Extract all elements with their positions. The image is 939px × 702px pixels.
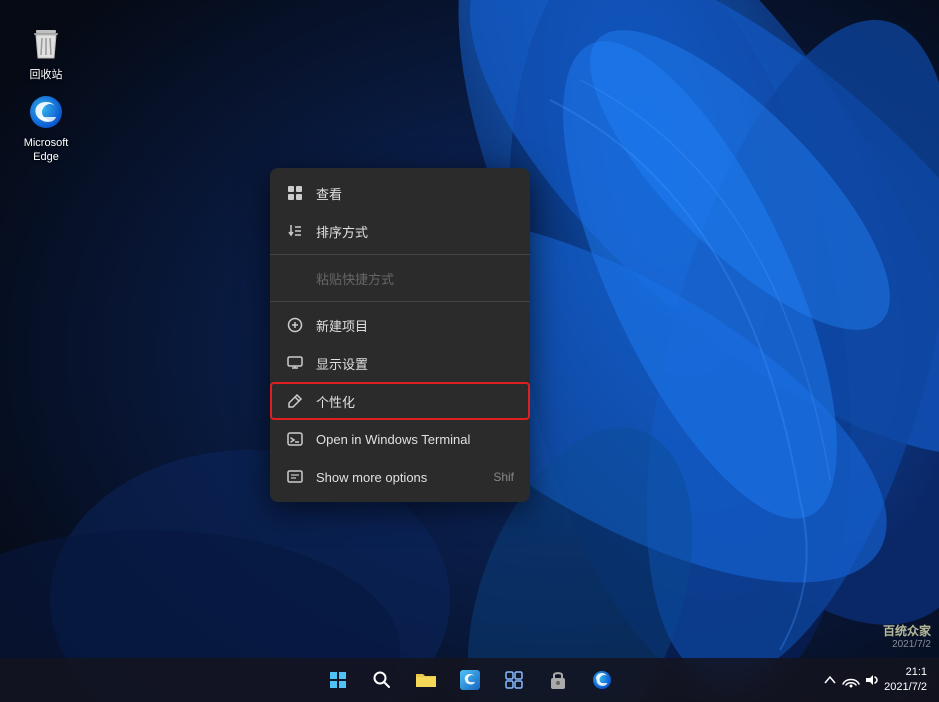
new-icon	[286, 316, 304, 334]
context-menu: 查看 排序方式 粘贴快捷方式	[270, 168, 530, 502]
menu-item-more-options[interactable]: Show more options Shif	[270, 458, 530, 496]
watermark-line2: 2021/7/2	[883, 639, 931, 650]
clock[interactable]: 21:1 2021/7/2	[884, 665, 927, 696]
volume-icon[interactable]	[864, 672, 880, 688]
search-button[interactable]	[362, 660, 402, 700]
personalize-label: 个性化	[316, 392, 514, 411]
paste-shortcut-icon	[286, 269, 304, 287]
recycle-bin-icon[interactable]: 回收站	[14, 20, 78, 86]
more-options-label: Show more options	[316, 470, 481, 485]
new-label: 新建项目	[316, 316, 514, 335]
display-label: 显示设置	[316, 354, 514, 373]
edge-label: Microsoft Edge	[18, 136, 74, 165]
display-icon	[286, 354, 304, 372]
edge-taskbar-button[interactable]	[450, 660, 490, 700]
store-button[interactable]	[582, 660, 622, 700]
edge-image	[26, 92, 66, 132]
menu-item-sort[interactable]: 排序方式	[270, 212, 530, 250]
view-icon	[286, 184, 304, 202]
personalize-icon	[286, 392, 304, 410]
separator-2	[270, 301, 530, 302]
date-display: 2021/7/2	[884, 680, 927, 695]
separator-1	[270, 254, 530, 255]
edge-icon[interactable]: Microsoft Edge	[14, 88, 78, 169]
more-options-shortcut: Shif	[493, 470, 514, 484]
terminal-label: Open in Windows Terminal	[316, 432, 514, 447]
sort-label: 排序方式	[316, 222, 514, 241]
file-explorer-button[interactable]	[406, 660, 446, 700]
menu-item-display[interactable]: 显示设置	[270, 344, 530, 382]
chevron-up-icon[interactable]	[822, 672, 838, 688]
menu-item-new[interactable]: 新建项目	[270, 306, 530, 344]
menu-item-terminal[interactable]: Open in Windows Terminal	[270, 420, 530, 458]
desktop: 回收站 Microsoft Edge	[0, 0, 939, 702]
taskbar-center	[318, 660, 622, 700]
menu-item-paste-shortcut: 粘贴快捷方式	[270, 259, 530, 297]
watermark-line1: 百统众家	[883, 622, 931, 639]
security-button[interactable]	[538, 660, 578, 700]
more-options-icon	[286, 468, 304, 486]
time-display: 21:1	[884, 665, 927, 680]
paste-shortcut-label: 粘贴快捷方式	[316, 269, 514, 288]
start-button[interactable]	[318, 660, 358, 700]
taskbar-right: 21:1 2021/7/2	[822, 665, 927, 696]
widgets-button[interactable]	[494, 660, 534, 700]
network-icon[interactable]	[842, 672, 860, 688]
taskbar: 21:1 2021/7/2	[0, 658, 939, 702]
menu-item-personalize[interactable]: 个性化	[270, 382, 530, 420]
watermark: 百统众家 2021/7/2	[883, 622, 931, 650]
recycle-bin-label: 回收站	[30, 68, 63, 82]
menu-item-view[interactable]: 查看	[270, 174, 530, 212]
recycle-bin-image	[26, 24, 66, 64]
sort-icon	[286, 222, 304, 240]
terminal-icon	[286, 430, 304, 448]
view-label: 查看	[316, 184, 514, 203]
